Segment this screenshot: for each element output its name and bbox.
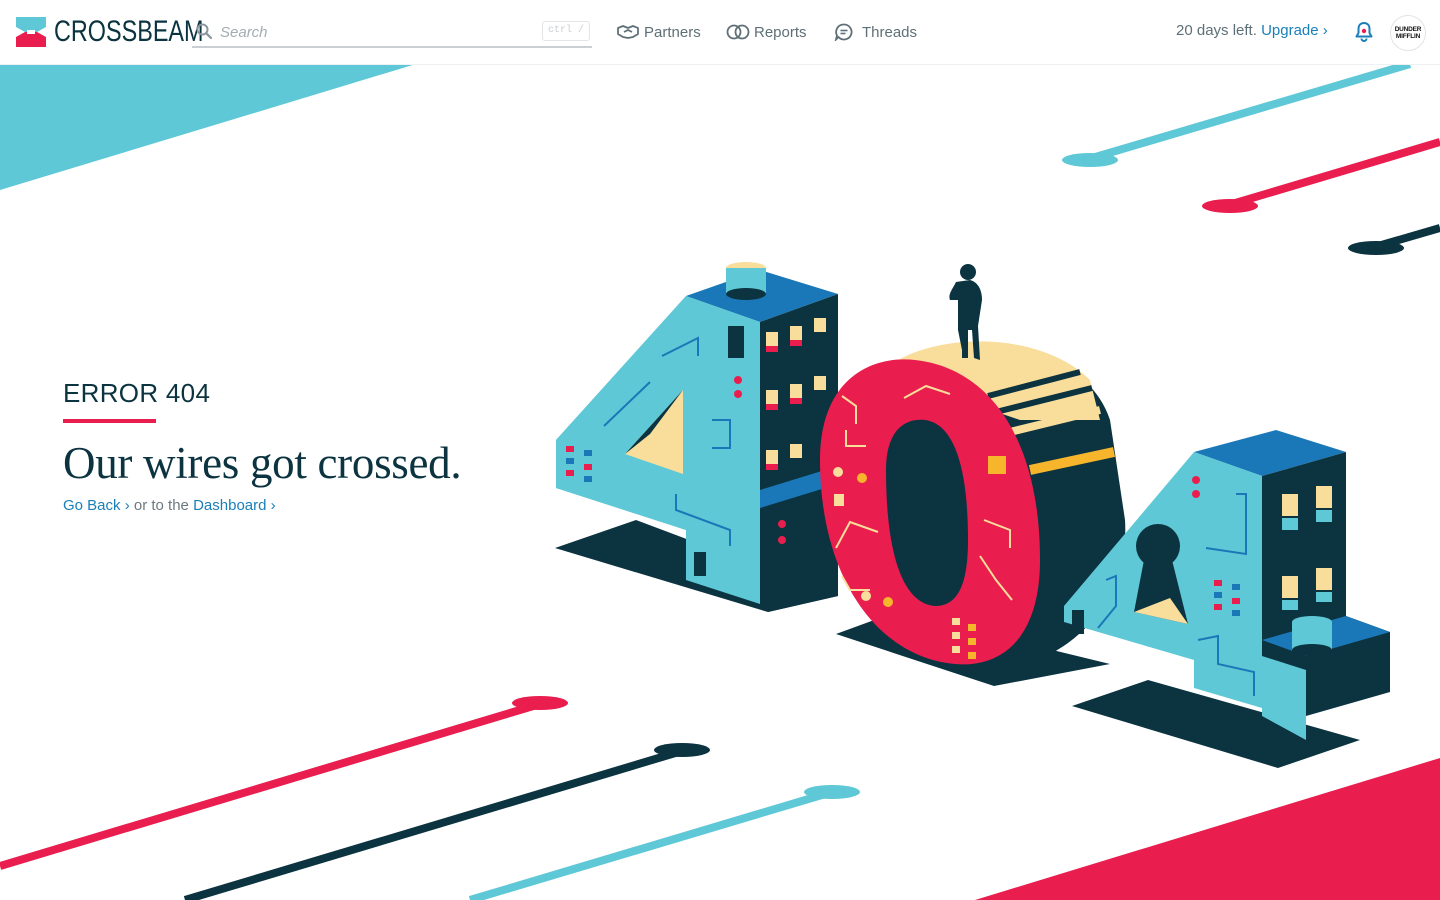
nav-threads-label: Threads: [862, 23, 918, 41]
nav-partners[interactable]: Partners: [616, 20, 701, 44]
crossbeam-logo-icon: [16, 17, 46, 47]
error-headline: Our wires got crossed.: [63, 438, 462, 488]
error-links: Go Back › or to the Dashboard ›: [63, 497, 461, 514]
error-code: ERROR 404: [63, 378, 211, 408]
nav-reports[interactable]: Reports: [726, 20, 807, 44]
account-avatar[interactable]: DUNDER MIFFLIN: [1390, 15, 1426, 51]
pink-corner-triangle: [975, 758, 1440, 900]
trial-status: 20 days left. Upgrade ›: [1176, 22, 1328, 39]
wires-top-right: [1062, 60, 1440, 255]
first-four: [555, 262, 838, 612]
chat-bubble-icon: [834, 23, 853, 41]
dashboard-link[interactable]: Dashboard ›: [193, 497, 276, 514]
avatar-company-logo: DUNDER MIFFLIN: [1394, 26, 1422, 40]
trial-days-left: 20 days left.: [1176, 22, 1257, 39]
search-icon: [196, 23, 212, 39]
overlap-circles-icon: [726, 24, 750, 40]
error-underline: [63, 419, 156, 423]
search-shortcut-hint: ctrl /: [542, 21, 590, 41]
go-back-link[interactable]: Go Back ›: [63, 497, 130, 514]
teal-corner-triangle: [0, 64, 416, 190]
error-message: ERROR 404 Our wires got crossed. Go Back…: [63, 378, 462, 514]
top-navigation-bar: CROSSBEAM ctrl / Partners Reports Thread…: [0, 0, 1440, 65]
nav-reports-label: Reports: [754, 23, 807, 41]
search-bar[interactable]: ctrl /: [192, 18, 592, 48]
upgrade-link[interactable]: Upgrade ›: [1261, 22, 1328, 39]
links-connector-text: or to the: [133, 497, 189, 514]
wires-bottom-left: [0, 696, 860, 900]
bell-icon[interactable]: [1352, 20, 1376, 44]
brand-name: CROSSBEAM: [54, 15, 204, 48]
nav-partners-label: Partners: [644, 23, 701, 41]
handshake-icon: [617, 25, 639, 39]
nav-threads[interactable]: Threads: [834, 20, 917, 44]
search-input[interactable]: [218, 18, 522, 46]
